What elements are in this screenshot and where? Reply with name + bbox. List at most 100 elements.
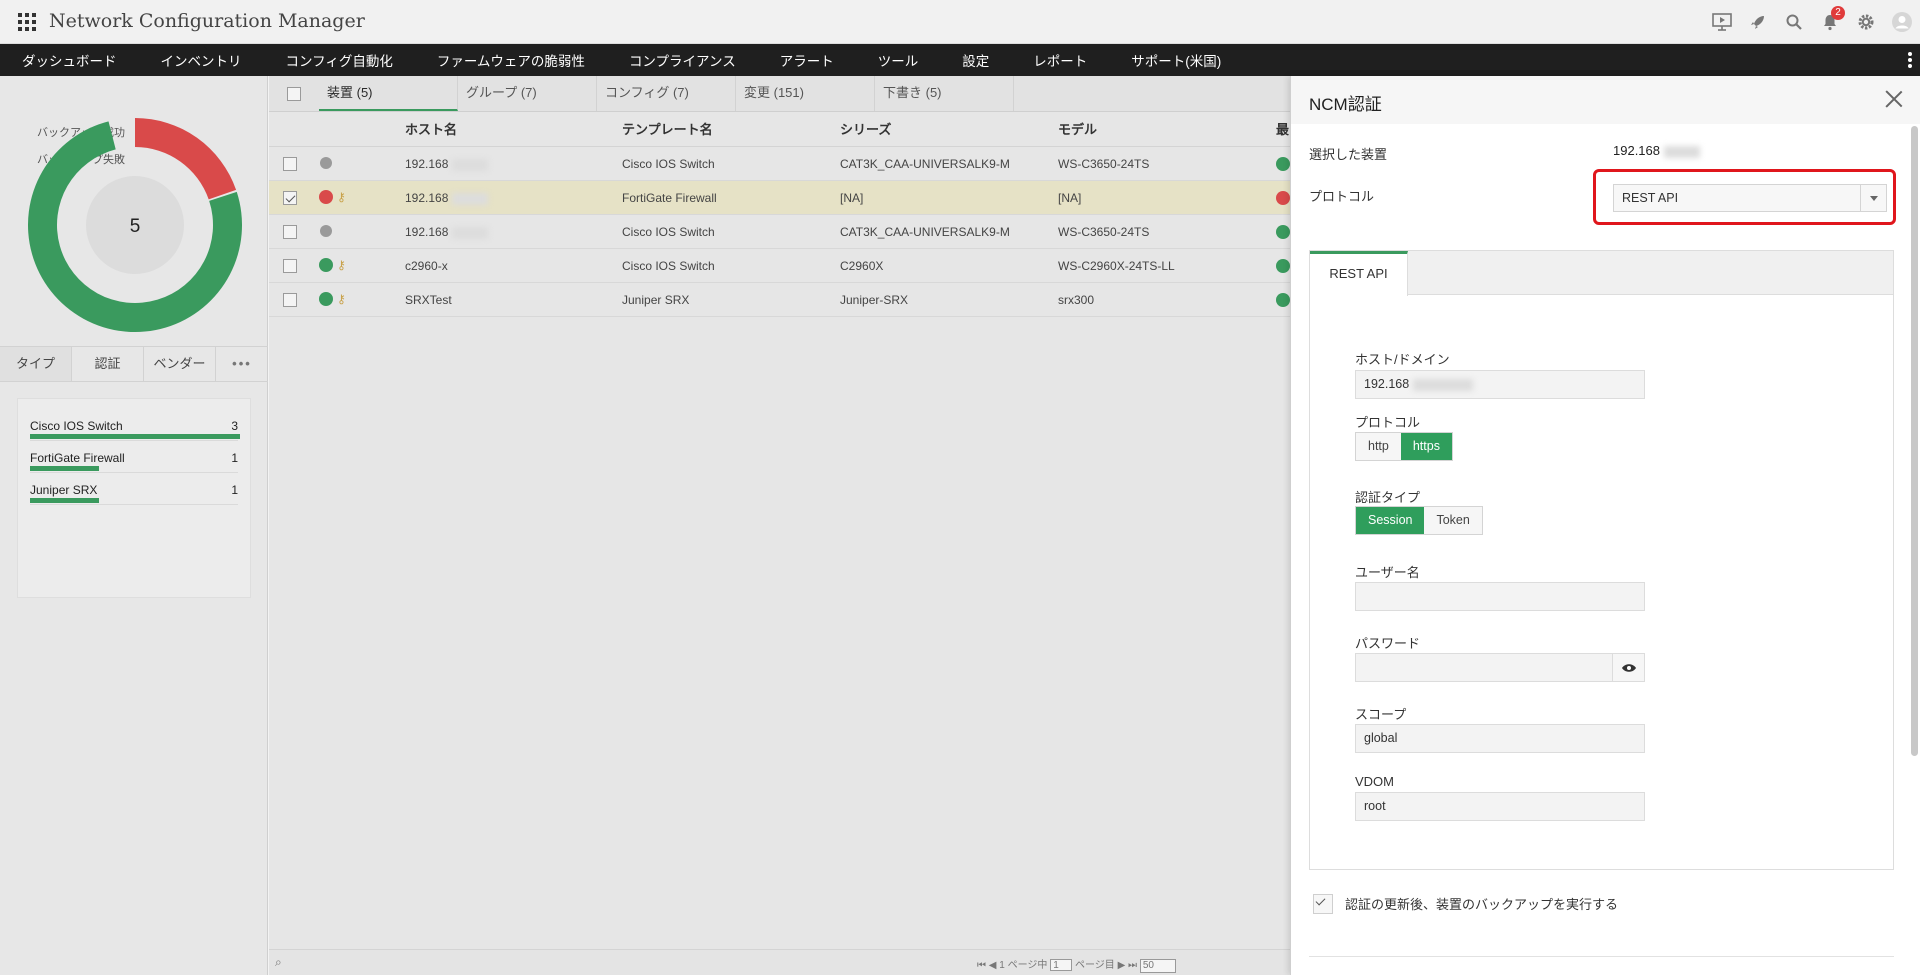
row-template: Cisco IOS Switch [622, 225, 715, 239]
close-icon[interactable] [1885, 90, 1903, 108]
backup-after-update-label: 認証の更新後、装置のバックアップを実行する [1345, 897, 1619, 912]
username-label: ユーザー名 [1355, 565, 1420, 580]
auth-session-button[interactable]: Session [1356, 507, 1425, 534]
rest-api-settings: REST API ホスト/ドメイン 192.168 プロトコル http htt… [1309, 250, 1894, 870]
nav-alerts[interactable]: アラート [758, 50, 856, 70]
left-tab-more[interactable]: ••• [216, 347, 268, 381]
type-row[interactable]: Cisco IOS Switch 3 [30, 409, 240, 441]
auth-type-label: 認証タイプ [1355, 490, 1421, 505]
footer-search-icon[interactable]: ⌕ [275, 955, 282, 970]
row-checkbox[interactable] [283, 259, 297, 273]
table-row[interactable]: ⚷ SRXTest Juniper SRX Juniper-SRX srx300 [269, 283, 1290, 317]
type-row[interactable]: FortiGate Firewall 1 [30, 441, 238, 473]
row-checkbox[interactable] [283, 293, 297, 307]
last-page-icon[interactable]: ⏭ [1128, 960, 1137, 971]
row-host: 192.168 [405, 225, 449, 239]
page-input[interactable]: 1 [1050, 959, 1073, 971]
tab-groups[interactable]: グループ (7) [458, 76, 597, 111]
proto-https-button[interactable]: https [1400, 433, 1452, 460]
key-icon: ⚷ [337, 292, 346, 306]
left-tab-auth[interactable]: 認証 [72, 347, 144, 381]
eye-icon[interactable] [1612, 654, 1644, 681]
col-series[interactable]: シリーズ [840, 113, 891, 147]
left-tab-type[interactable]: タイプ [0, 347, 72, 381]
username-input[interactable] [1355, 582, 1645, 611]
search-icon[interactable] [1776, 0, 1812, 44]
auth-token-button[interactable]: Token [1424, 507, 1482, 534]
status-ok-icon [319, 258, 333, 272]
row-model: WS-C3650-24TS [1058, 157, 1150, 171]
tab-devices[interactable]: 装置 (5) [319, 76, 458, 111]
nav-reports[interactable]: レポート [1011, 50, 1109, 70]
proto-http-button[interactable]: http [1356, 433, 1401, 460]
proto-toggle: http https [1355, 432, 1453, 461]
row-template: Cisco IOS Switch [622, 157, 715, 171]
table-row[interactable]: ⚷ 192.168 FortiGate Firewall [NA] [NA] [269, 181, 1290, 215]
next-page-icon[interactable]: ▶ [1118, 960, 1126, 971]
nav-config-automation[interactable]: コンフィグ自動化 [264, 50, 415, 70]
status-ok-icon [1276, 293, 1290, 307]
app-title: Network Configuration Manager [49, 10, 365, 32]
col-template[interactable]: テンプレート名 [622, 113, 713, 147]
row-model: [NA] [1058, 191, 1082, 205]
user-avatar-icon[interactable] [1884, 0, 1920, 44]
status-ok-icon [1276, 225, 1290, 239]
status-unknown-icon [320, 225, 332, 237]
backup-donut-chart: バックアップ成功 バックアップ失敗 5 [0, 76, 268, 336]
row-checkbox[interactable] [283, 157, 297, 171]
type-count: 3 [231, 419, 238, 433]
select-all-checkbox[interactable] [287, 86, 301, 101]
password-input[interactable] [1355, 653, 1645, 682]
nav-firmware-vulnerability[interactable]: ファームウェアの脆弱性 [415, 50, 607, 70]
col-host[interactable]: ホスト名 [405, 113, 457, 147]
table-row[interactable]: 192.168 Cisco IOS Switch CAT3K_CAA-UNIVE… [269, 147, 1290, 181]
nav-compliance[interactable]: コンプライアンス [607, 50, 758, 70]
nav-more-icon[interactable] [1908, 52, 1912, 68]
first-page-icon[interactable]: ⏮ [977, 960, 986, 971]
host-domain-input[interactable]: 192.168 [1355, 370, 1645, 399]
panel-divider [1309, 956, 1894, 957]
bell-icon[interactable]: 2 [1812, 0, 1848, 44]
panel-scrollbar[interactable] [1911, 126, 1918, 971]
panel-title: NCM認証 [1309, 95, 1382, 114]
vdom-label: VDOM [1355, 774, 1394, 789]
scope-input[interactable]: global [1355, 724, 1645, 753]
grid-header: ホスト名 テンプレート名 シリーズ モデル 最 [269, 113, 1290, 147]
nav-settings[interactable]: 設定 [940, 50, 1011, 70]
backup-after-update-checkbox[interactable] [1313, 894, 1333, 914]
status-ok-icon [319, 292, 333, 306]
gear-icon[interactable] [1848, 0, 1884, 44]
type-row[interactable]: Juniper SRX 1 [30, 473, 238, 505]
proto-label: プロトコル [1355, 415, 1421, 430]
table-row[interactable]: 192.168 Cisco IOS Switch CAT3K_CAA-UNIVE… [269, 215, 1290, 249]
presentation-icon[interactable] [1704, 0, 1740, 44]
rocket-icon[interactable] [1740, 0, 1776, 44]
vdom-input[interactable]: root [1355, 792, 1645, 821]
prev-page-icon[interactable]: ◀ [989, 960, 997, 971]
type-name: FortiGate Firewall [30, 451, 125, 465]
nav-inventory[interactable]: インベントリ [139, 50, 264, 70]
left-tab-vendor[interactable]: ベンダー [144, 347, 216, 381]
nav-dashboard[interactable]: ダッシュボード [22, 50, 139, 70]
donut-svg: 5 [28, 118, 242, 332]
tab-rest-api[interactable]: REST API [1310, 251, 1408, 296]
scope-label: スコープ [1355, 707, 1407, 722]
tab-changes[interactable]: 変更 (151) [736, 76, 875, 111]
col-last[interactable]: 最 [1276, 113, 1289, 147]
selected-device-label: 選択した装置 [1309, 147, 1388, 162]
table-row[interactable]: ⚷ c2960-x Cisco IOS Switch C2960X WS-C29… [269, 249, 1290, 283]
tab-drafts[interactable]: 下書き (5) [875, 76, 1014, 111]
page-size-select[interactable]: 50 [1139, 959, 1176, 973]
row-model: srx300 [1058, 293, 1095, 307]
type-bar [30, 466, 99, 471]
nav-tools[interactable]: ツール [856, 50, 941, 70]
row-checkbox[interactable] [283, 191, 297, 205]
type-list: Cisco IOS Switch 3 FortiGate Firewall 1 … [17, 398, 251, 598]
nav-support[interactable]: サポート(米国) [1109, 50, 1243, 70]
apps-grid-icon[interactable] [18, 13, 36, 31]
row-checkbox[interactable] [283, 225, 297, 239]
tab-configs[interactable]: コンフィグ (7) [597, 76, 736, 111]
row-template: FortiGate Firewall [622, 191, 717, 205]
col-model[interactable]: モデル [1058, 113, 1097, 147]
row-series: CAT3K_CAA-UNIVERSALK9-M [840, 157, 1010, 171]
